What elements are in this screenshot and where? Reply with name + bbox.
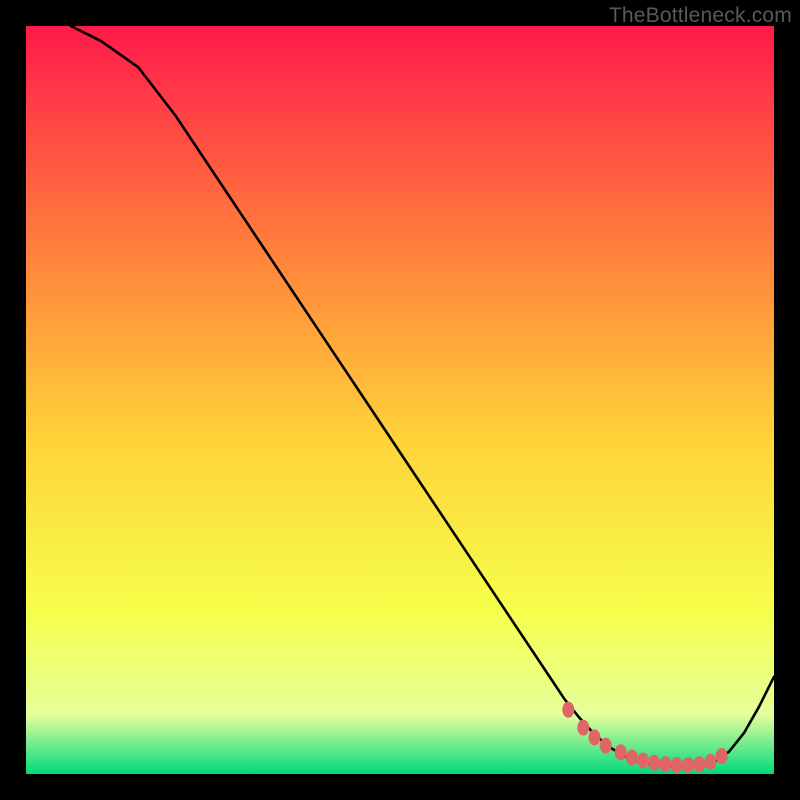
- marker-dot: [600, 738, 612, 754]
- marker-dot: [615, 744, 627, 760]
- bottleneck-chart: [26, 26, 774, 774]
- marker-dot: [648, 755, 660, 771]
- marker-dot: [693, 756, 705, 772]
- marker-dot: [637, 753, 649, 769]
- marker-dot: [626, 750, 638, 766]
- marker-dot: [577, 720, 589, 736]
- marker-dot: [704, 754, 716, 770]
- marker-dot: [671, 757, 683, 773]
- gradient-background: [26, 26, 774, 774]
- marker-dot: [660, 756, 672, 772]
- marker-dot: [682, 757, 694, 773]
- marker-dot: [588, 729, 600, 745]
- chart-frame: [26, 26, 774, 774]
- watermark-text: TheBottleneck.com: [609, 4, 792, 28]
- marker-dot: [716, 748, 728, 764]
- marker-dot: [562, 702, 574, 718]
